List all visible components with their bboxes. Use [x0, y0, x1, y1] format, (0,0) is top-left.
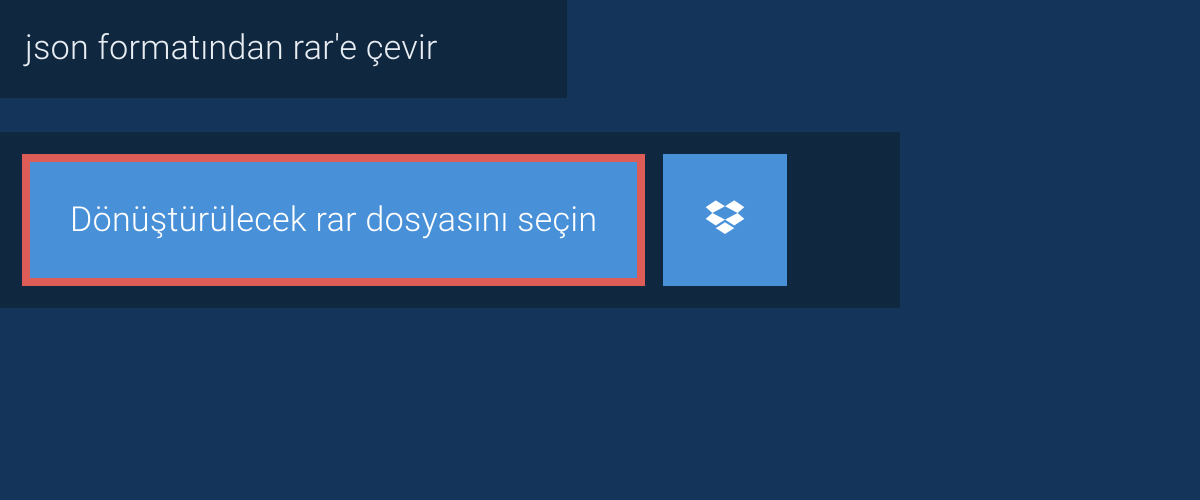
button-panel: Dönüştürülecek rar dosyasını seçin [0, 132, 900, 308]
header-bar: json formatından rar'e çevir [0, 0, 567, 98]
dropbox-button[interactable] [663, 154, 787, 286]
page-title: json formatından rar'e çevir [25, 28, 537, 68]
dropbox-icon [704, 197, 746, 243]
file-select-button[interactable]: Dönüştürülecek rar dosyasını seçin [22, 154, 645, 286]
